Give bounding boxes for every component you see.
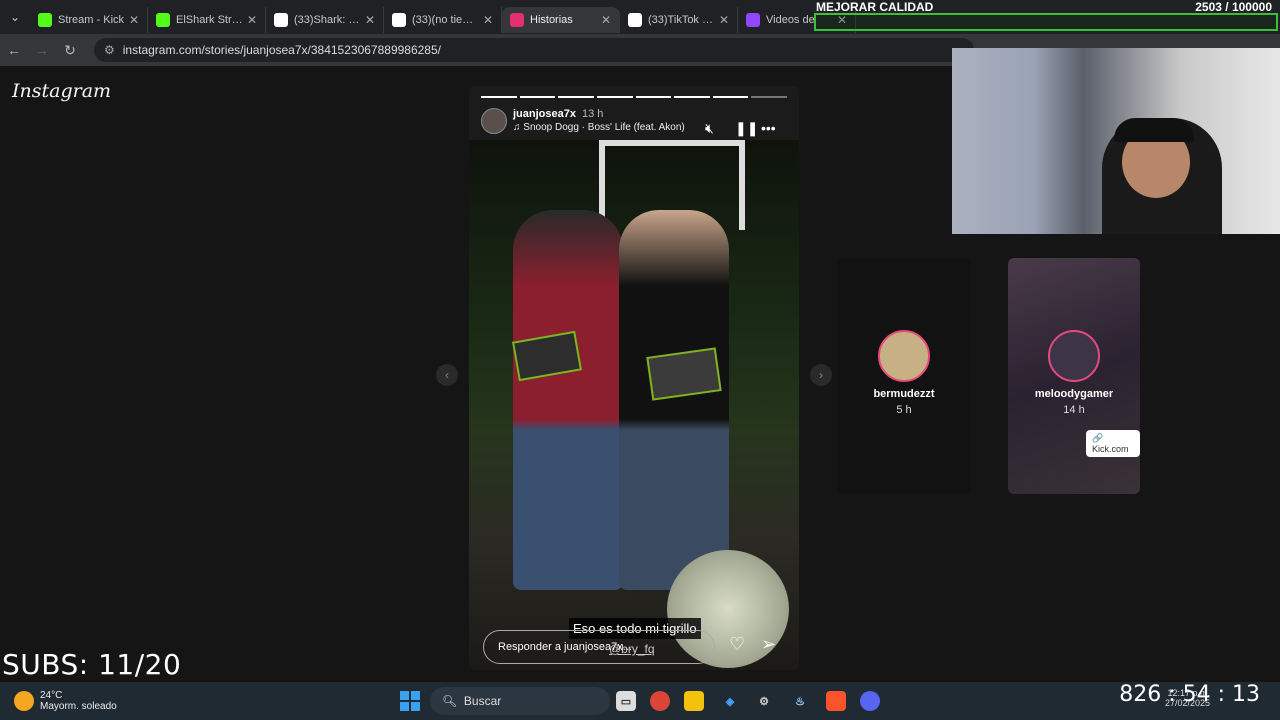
tab-list: Stream - Kick✕ElShark Stream✕(33)Shark: … [30,1,856,33]
prev-story-arrow-icon[interactable]: ‹ [436,364,458,386]
tiktok-icon [274,13,288,27]
tab-title: (33)TikTok - M [648,14,715,26]
tab-5[interactable]: (33)TikTok - M ✕ [620,7,738,33]
story-viewer[interactable]: juanjosea7x 13 h ♫ Snoop Dogg · Boss' Lif… [469,86,799,670]
tab-2[interactable]: (33)Shark: aho ✕ [266,7,384,33]
story-header: juanjosea7x 13 h ♫ Snoop Dogg · Boss' Lif… [481,108,685,134]
close-tab-icon[interactable]: ✕ [365,13,375,27]
pause-icon[interactable]: ❚❚ [735,120,758,137]
story-card-username: meloodygamer [1034,388,1114,400]
tiktok-icon [392,13,406,27]
sun-icon [14,691,34,711]
mute-icon[interactable]: 🔇︎ [705,120,714,137]
reply-placeholder: Responder a juanjosea7x... [498,641,632,653]
progress-segment [751,96,787,98]
goal-count: 2503 / 100000 [1195,0,1272,14]
close-tab-icon[interactable]: ✕ [601,13,611,27]
settings-icon[interactable]: ⚙ [754,691,774,711]
brave-icon[interactable] [826,691,846,711]
webcam-feed [952,48,1280,234]
taskbar-search[interactable]: 🔍︎ Buscar [430,687,610,715]
close-tab-icon[interactable]: ✕ [483,13,493,27]
progress-segment [481,96,517,98]
story-card-avatar [1048,330,1100,382]
progress-segment [596,96,633,98]
goal-title: MEJORAR CALIDAD [816,0,934,14]
discord-icon[interactable] [860,691,880,711]
send-icon[interactable]: ➢ [761,634,776,655]
next-story-card-1[interactable]: bermudezzt 5 h [838,258,970,494]
subs-counter: SUBS: 11/20 [2,648,182,681]
next-story-card-2[interactable]: meloodygamer 14 h 🔗 Kick.com [1008,258,1140,494]
story-username[interactable]: juanjosea7x [513,108,576,120]
more-options-icon[interactable]: ••• [761,120,776,136]
back-icon[interactable]: ← [0,42,28,58]
weather-widget[interactable]: 24°C Mayorm. soleado [14,690,117,712]
tab-title: (33)(no tiene s [412,14,479,26]
tab-search-icon[interactable]: ⌄ [0,0,30,34]
next-story-arrow-icon[interactable]: › [810,364,832,386]
windows-start-icon[interactable] [400,691,420,711]
file-explorer-icon[interactable] [684,691,704,711]
story-time: 13 h [581,108,604,120]
story-photo [469,140,799,670]
url-text: instagram.com/stories/juanjosea7x/384152… [122,43,441,57]
goal-progress-bar [814,13,1278,31]
story-card-username: bermudezzt [873,388,935,400]
tab-3[interactable]: (33)(no tiene s ✕ [384,7,502,33]
kick-link-text: Kick.com [1092,444,1129,454]
tab-0[interactable]: Stream - Kick ✕ [30,7,148,33]
reply-input[interactable]: Responder a juanjosea7x... [483,630,715,664]
windows-taskbar: 24°C Mayorm. soleado 🔍︎ Buscar ▭ ◈ ⚙ ♨ 1… [0,682,1280,720]
tab-title: (33)Shark: aho [294,14,361,26]
story-song-text: Snoop Dogg · Boss' Life (feat. Akon) [523,122,685,133]
person-right [619,210,729,590]
kick-icon [156,13,170,27]
progress-segment [558,96,594,98]
url-field[interactable]: ⚙ instagram.com/stories/juanjosea7x/3841… [94,38,974,62]
instagram-logo[interactable]: Instagram [12,80,111,102]
tab-title: ElShark Stream [176,14,243,26]
taskbar-search-label: Buscar [463,694,502,708]
reload-icon[interactable]: ↻ [56,42,84,59]
weather-desc: Mayorm. soleado [40,701,117,712]
weather-temp: 24°C [40,690,63,701]
steam-icon[interactable]: ♨ [790,691,810,711]
story-card-avatar [878,330,930,382]
tab-title: Stream - Kick [58,14,125,26]
close-tab-icon[interactable]: ✕ [247,13,257,27]
progress-segment [635,96,672,98]
instagram-icon [510,13,524,27]
close-tab-icon[interactable]: ✕ [129,13,139,27]
task-view-icon[interactable]: ▭ [616,691,636,711]
kick-icon [38,13,52,27]
chrome-icon[interactable] [650,691,670,711]
story-song[interactable]: ♫ Snoop Dogg · Boss' Life (feat. Akon) [513,122,685,133]
stream-timer: 826 : 54 : 13 [1119,682,1260,707]
twitch-icon [746,13,760,27]
tab-title: Historias [530,14,573,26]
app-icon[interactable]: ◈ [720,691,740,711]
story-progress [481,96,787,98]
progress-segment [712,96,749,98]
like-heart-icon[interactable]: ♡ [729,634,745,655]
site-settings-icon[interactable]: ⚙ [104,43,115,57]
streamer-cap [1114,118,1194,142]
story-card-time: 14 h [1063,404,1085,416]
story-avatar[interactable] [481,108,507,134]
tab-4[interactable]: Historias ✕ [502,7,620,33]
tiktok-icon [628,13,642,27]
progress-segment [674,96,710,98]
kick-link-sticker[interactable]: 🔗 Kick.com [1086,430,1140,457]
forward-icon[interactable]: → [28,42,56,58]
tab-1[interactable]: ElShark Stream ✕ [148,7,266,33]
story-user-line: juanjosea7x 13 h [513,108,685,120]
person-left [513,210,623,590]
close-tab-icon[interactable]: ✕ [719,13,729,27]
story-card-time: 5 h [896,404,912,416]
progress-segment [519,96,556,98]
